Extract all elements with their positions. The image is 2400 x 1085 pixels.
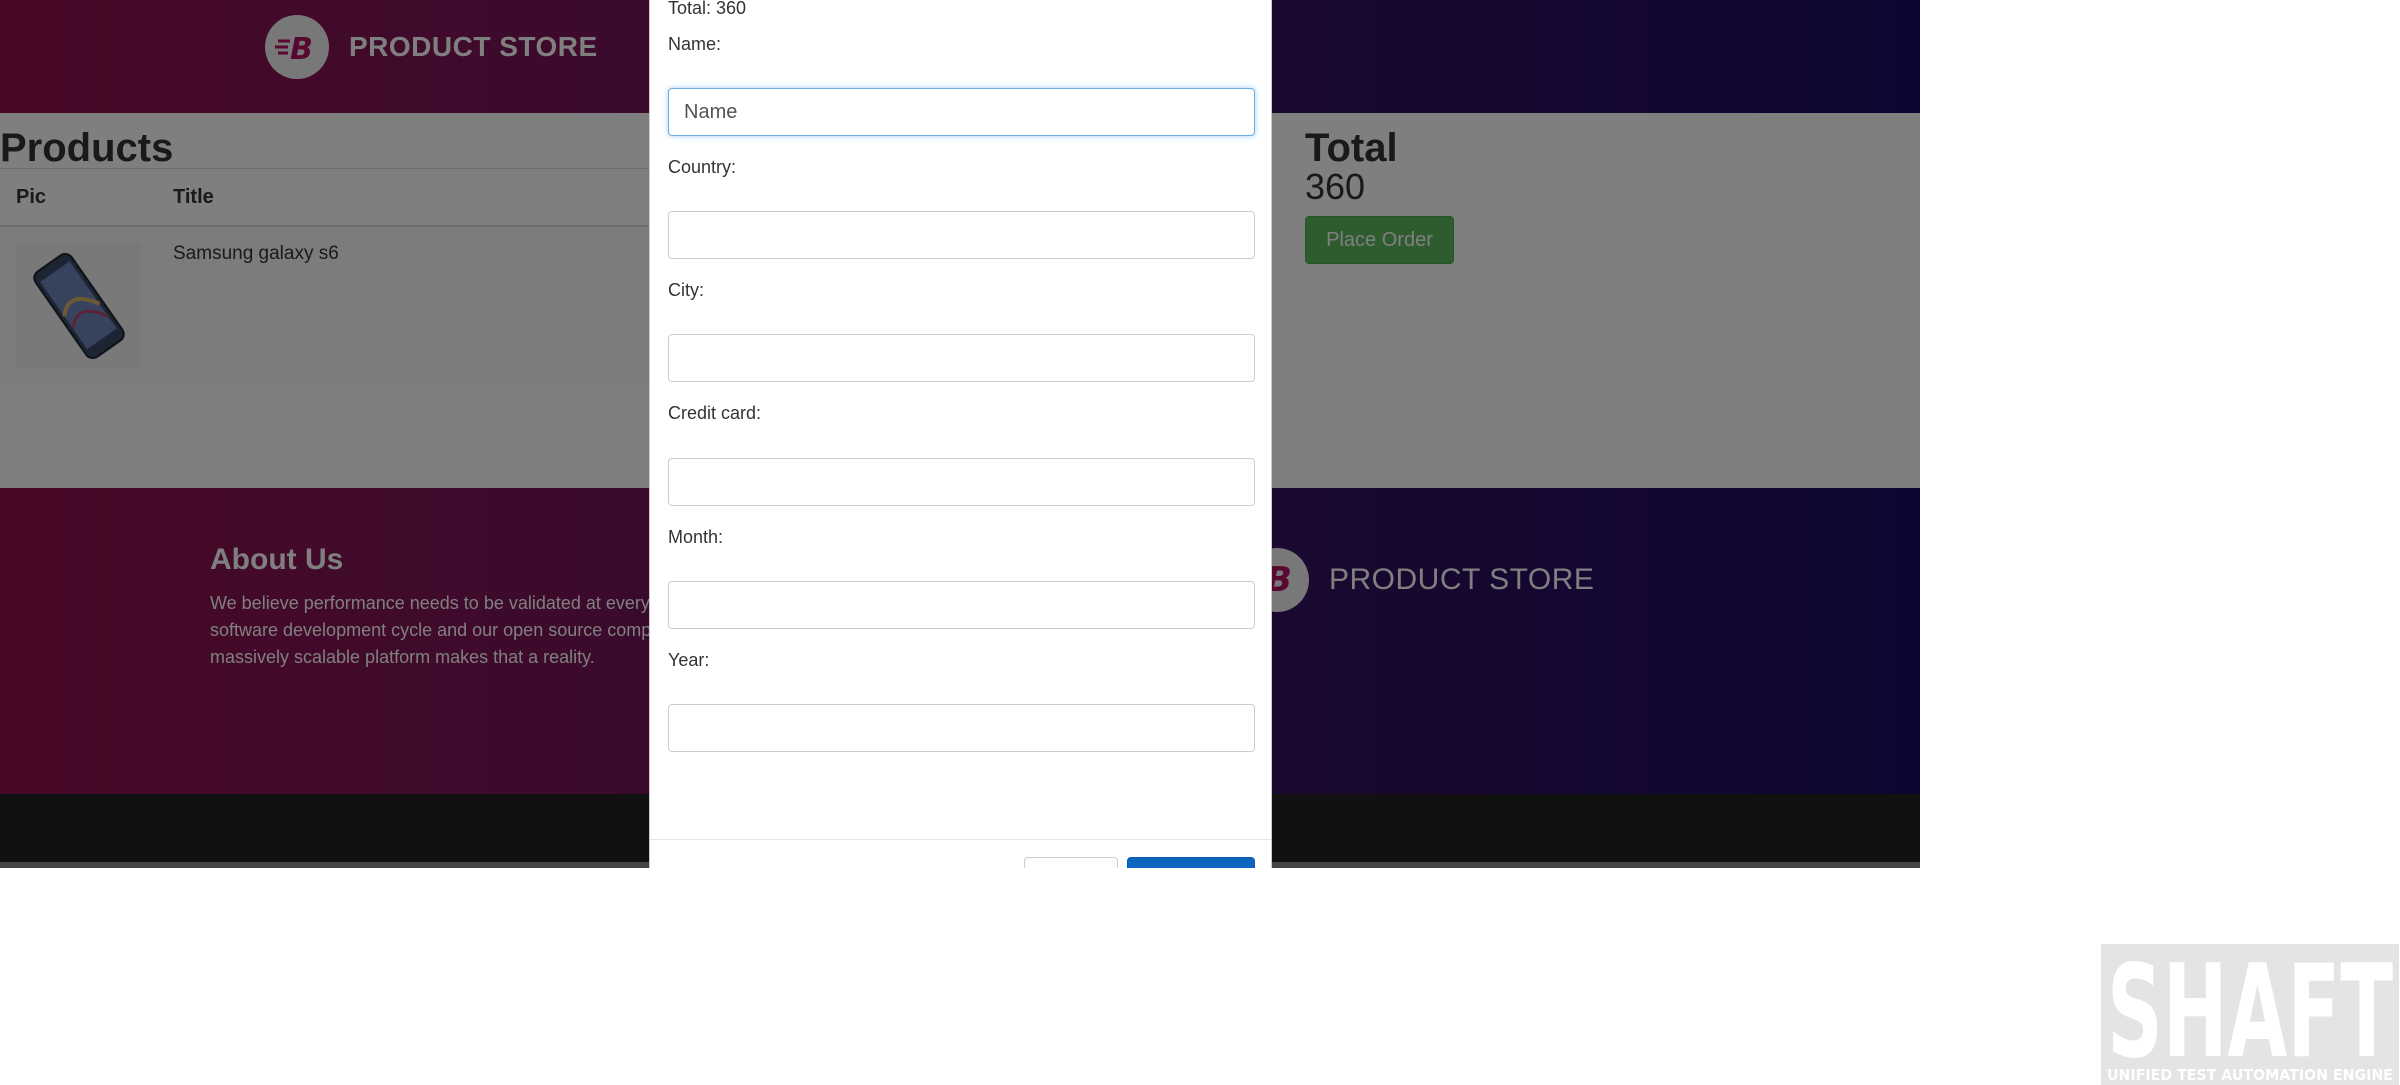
year-input[interactable] [668, 704, 1255, 752]
year-label: Year: [668, 650, 710, 670]
country-input[interactable] [668, 211, 1255, 259]
credit-card-label: Credit card: [668, 403, 762, 423]
city-label: City: [668, 280, 704, 300]
city-input[interactable] [668, 334, 1255, 382]
name-label: Name: [668, 34, 722, 54]
modal-total-text: Total: 360 [668, 0, 747, 18]
shaft-logo-subtitle: UNIFIED TEST AUTOMATION ENGINE [2107, 1066, 2393, 1084]
shaft-logo-icon: SHAFT UNIFIED TEST AUTOMATION ENGINE [2107, 944, 2393, 1085]
month-label: Month: [668, 527, 724, 547]
shaft-watermark-logo: SHAFT UNIFIED TEST AUTOMATION ENGINE [2101, 944, 2399, 1085]
browser-viewport: B PRODUCT STORE Products Pic Title [0, 0, 1920, 868]
place-order-modal: Total: 360 Name: Country: City: Credit c… [649, 0, 1272, 868]
name-input[interactable] [668, 88, 1255, 136]
month-input[interactable] [668, 581, 1255, 629]
shaft-logo-title: SHAFT [2107, 944, 2393, 1085]
modal-footer-divider [650, 839, 1271, 840]
country-label: Country: [668, 157, 737, 177]
close-button[interactable]: Close [1024, 857, 1118, 868]
credit-card-input[interactable] [668, 458, 1255, 506]
purchase-button[interactable]: Purchase [1127, 857, 1255, 868]
